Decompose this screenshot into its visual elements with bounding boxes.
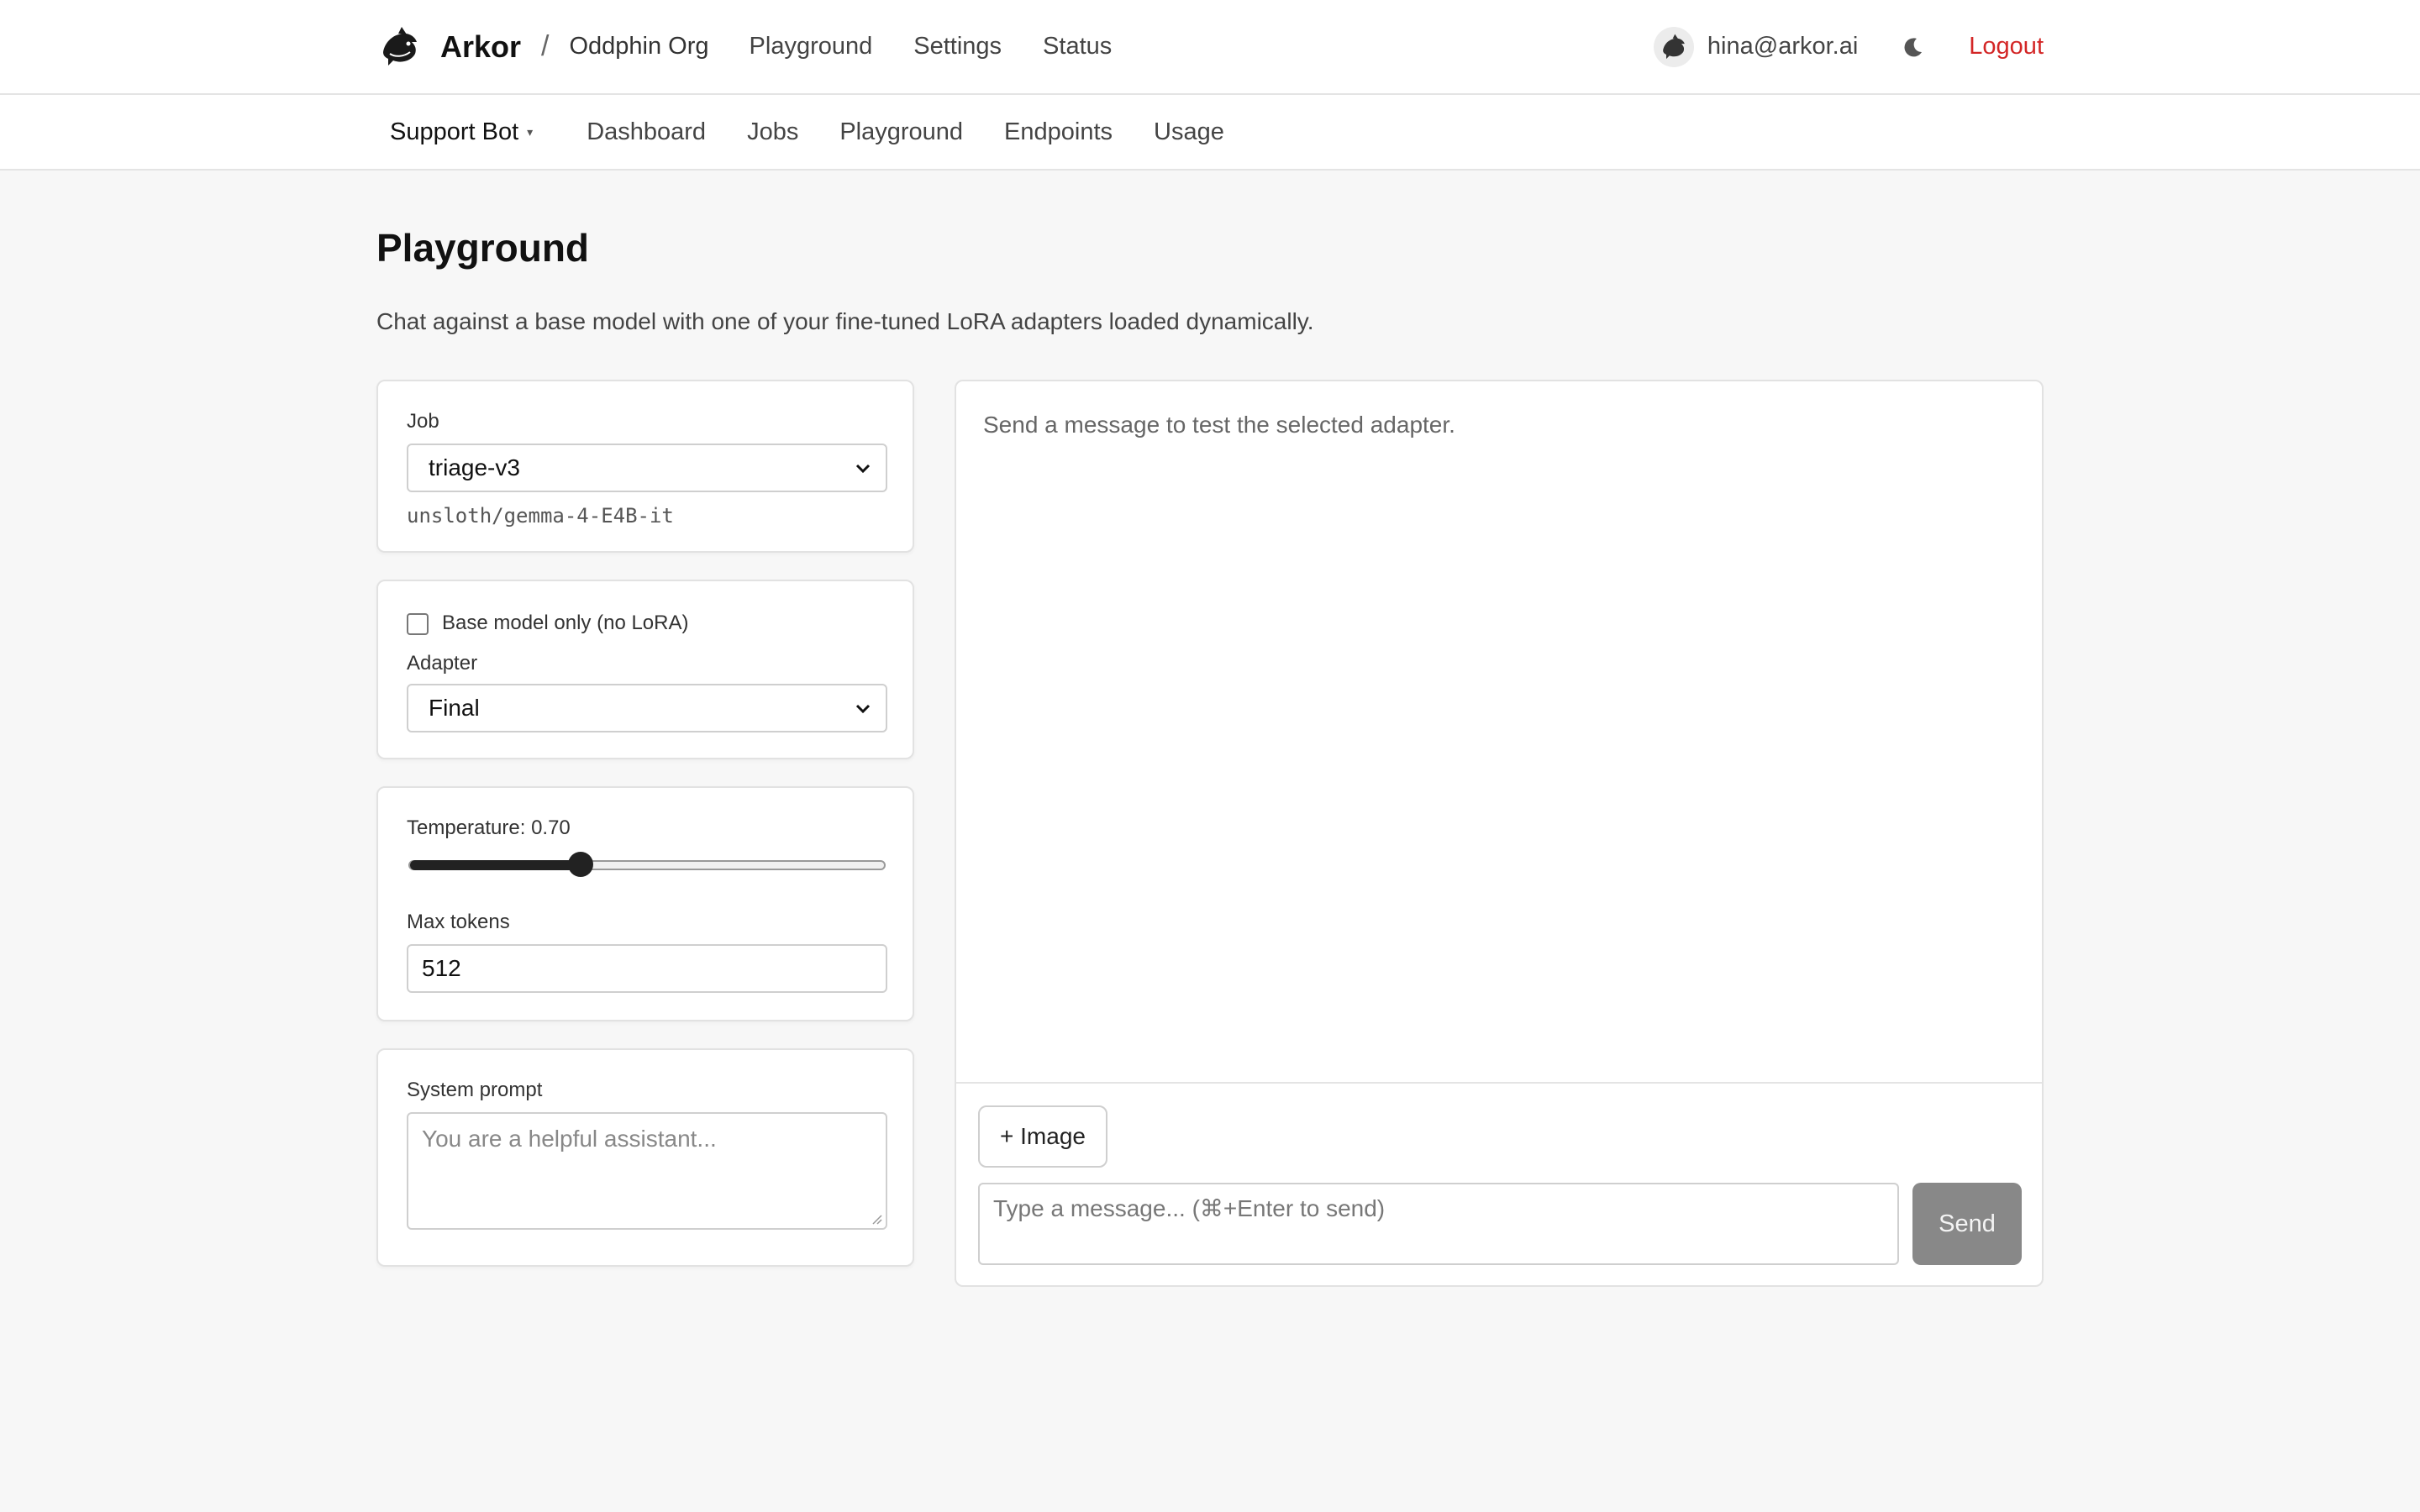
- adapter-label: Adapter: [407, 652, 478, 675]
- base-only-checkbox[interactable]: [407, 613, 429, 635]
- project-selector[interactable]: Support Bot ▾: [390, 118, 533, 146]
- page-title: Playground: [376, 226, 590, 270]
- chevron-down-icon: [855, 464, 871, 474]
- add-image-button[interactable]: + Image: [978, 1105, 1107, 1168]
- system-prompt-card: System prompt You are a helpful assistan…: [376, 1048, 914, 1267]
- job-card: Job triage-v3 unsloth/gemma-4-E4B-it: [376, 380, 914, 553]
- system-prompt-label: System prompt: [407, 1079, 543, 1101]
- temperature-slider-fill: [410, 860, 581, 870]
- job-base-model: unsloth/gemma-4-E4B-it: [407, 504, 674, 528]
- top-header: Arkor / Oddphin Org Playground Settings …: [0, 0, 2420, 95]
- avatar[interactable]: [1653, 26, 1694, 67]
- chevron-down-icon: [855, 704, 871, 714]
- max-tokens-label: Max tokens: [407, 911, 510, 933]
- moon-icon[interactable]: [1902, 35, 1925, 59]
- caret-down-icon: ▾: [527, 124, 534, 139]
- avatar-dolphin-icon: [1663, 34, 1685, 59]
- nav-settings[interactable]: Settings: [913, 33, 1002, 60]
- top-nav: Playground Settings Status: [750, 33, 1113, 60]
- subnav-dashboard[interactable]: Dashboard: [587, 118, 706, 146]
- max-tokens-value: 512: [422, 955, 461, 981]
- send-button[interactable]: Send: [1912, 1183, 2022, 1265]
- project-nav: Dashboard Jobs Playground Endpoints Usag…: [587, 118, 1224, 146]
- system-prompt-textarea[interactable]: You are a helpful assistant...: [407, 1112, 887, 1230]
- dolphin-logo-icon[interactable]: [376, 24, 424, 71]
- system-prompt-placeholder: You are a helpful assistant...: [422, 1126, 717, 1152]
- job-select-value: triage-v3: [429, 454, 520, 480]
- user-email: hina@arkor.ai: [1707, 33, 1859, 60]
- temperature-slider-thumb[interactable]: [568, 852, 593, 877]
- nav-playground[interactable]: Playground: [750, 33, 873, 60]
- user-area: hina@arkor.ai Logout: [1653, 26, 2044, 67]
- params-card: Temperature: 0.70 Max tokens 512: [376, 786, 914, 1021]
- subnav-jobs[interactable]: Jobs: [747, 118, 798, 146]
- chat-empty-state: Send a message to test the selected adap…: [983, 412, 1455, 438]
- subnav-usage[interactable]: Usage: [1154, 118, 1224, 146]
- org-name[interactable]: Oddphin Org: [569, 33, 708, 60]
- subnav-endpoints[interactable]: Endpoints: [1004, 118, 1113, 146]
- brand-name[interactable]: Arkor: [440, 29, 521, 65]
- nav-status[interactable]: Status: [1043, 33, 1112, 60]
- breadcrumb-separator: /: [541, 30, 550, 62]
- logout-link[interactable]: Logout: [1969, 33, 2044, 60]
- temperature-slider[interactable]: [408, 852, 886, 877]
- subnav-playground[interactable]: Playground: [839, 118, 963, 146]
- message-input[interactable]: Type a message... (⌘+Enter to send): [978, 1183, 1899, 1265]
- temperature-label: Temperature: 0.70: [407, 816, 571, 839]
- max-tokens-input[interactable]: 512: [407, 944, 887, 993]
- job-label: Job: [407, 410, 439, 433]
- adapter-card: Base model only (no LoRA) Adapter Final: [376, 580, 914, 759]
- project-name: Support Bot: [390, 118, 519, 145]
- job-select[interactable]: triage-v3: [407, 444, 887, 492]
- chat-divider: [956, 1082, 2042, 1084]
- base-only-label[interactable]: Base model only (no LoRA): [442, 612, 688, 635]
- project-nav-bar: Support Bot ▾ Dashboard Jobs Playground …: [0, 95, 2420, 171]
- adapter-select-value: Final: [429, 695, 480, 721]
- adapter-select[interactable]: Final: [407, 684, 887, 732]
- chat-panel: Send a message to test the selected adap…: [955, 380, 2044, 1287]
- message-input-placeholder: Type a message... (⌘+Enter to send): [993, 1195, 1386, 1221]
- resize-handle-icon[interactable]: [869, 1211, 882, 1225]
- page-description: Chat against a base model with one of yo…: [376, 308, 1314, 334]
